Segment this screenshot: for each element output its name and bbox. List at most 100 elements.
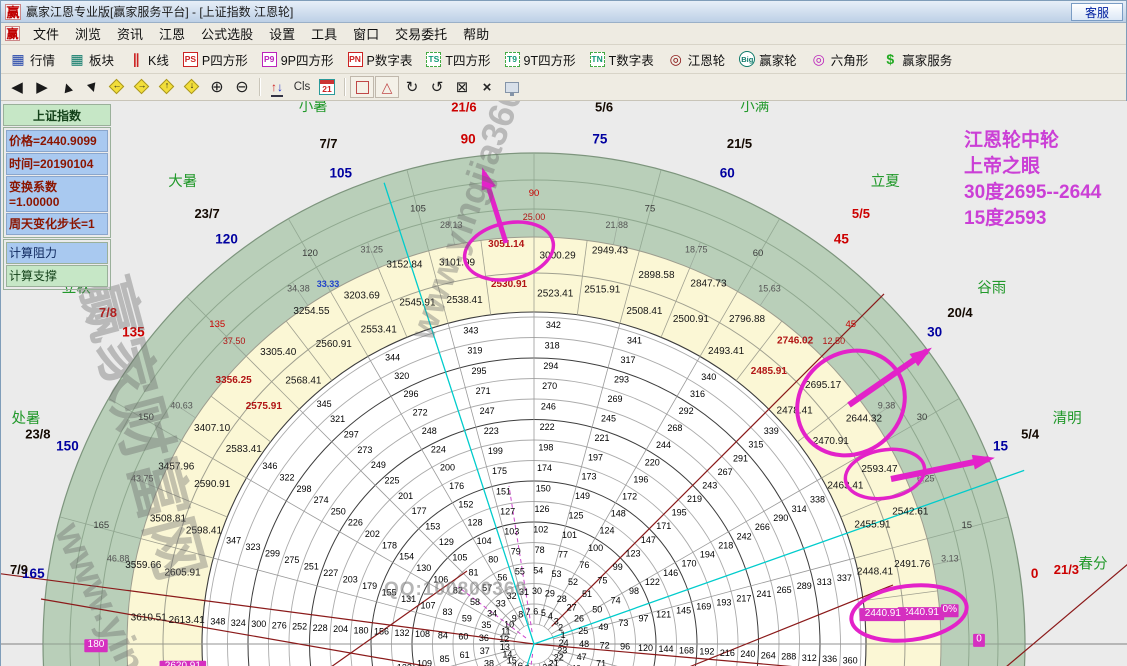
svg-text:春分: 春分: [1079, 556, 1108, 573]
t9-square-icon: T9: [505, 52, 520, 67]
svg-text:21/3: 21/3: [1054, 562, 1079, 577]
svg-text:90: 90: [461, 131, 476, 146]
svg-text:104: 104: [477, 536, 492, 546]
rotate-cw-icon[interactable]: ↻: [400, 76, 424, 98]
calc-resistance-button[interactable]: 计算阻力: [6, 242, 108, 264]
svg-text:9.38: 9.38: [878, 400, 896, 410]
calendar-21-icon[interactable]: 21: [315, 76, 339, 98]
diamond-left-arrow-icon[interactable]: ←: [105, 76, 129, 98]
svg-text:295: 295: [472, 366, 487, 376]
zoom-in-icon[interactable]: ⊕: [205, 76, 229, 98]
svg-text:99: 99: [613, 562, 623, 572]
svg-text:2605.91: 2605.91: [164, 568, 201, 579]
svg-text:121: 121: [656, 610, 671, 620]
toolbar-button-winner-wheel[interactable]: Big赢家轮: [736, 48, 800, 71]
svg-text:321: 321: [330, 414, 345, 424]
triangle-tool-icon[interactable]: △: [375, 76, 399, 98]
svg-text:198: 198: [538, 443, 553, 453]
svg-text:5: 5: [541, 608, 546, 618]
updown-axis-icon[interactable]: ↑↓: [265, 76, 289, 98]
svg-text:3610.51: 3610.51: [131, 612, 168, 623]
menu-item-7[interactable]: 窗口: [345, 25, 387, 44]
toolbar-button-p-number-table[interactable]: PNP数字表: [345, 48, 416, 71]
svg-text:348: 348: [210, 617, 225, 627]
toolbar-button-blocks[interactable]: ▦板块: [66, 48, 117, 71]
zoom-out-icon[interactable]: ⊖: [230, 76, 254, 98]
clear-icon[interactable]: Cls: [290, 76, 314, 98]
toolbar-button-winner-service[interactable]: $赢家服务: [879, 48, 955, 71]
toolbar-button-label: 9T四方形: [524, 50, 576, 69]
toolbar-button-t-square[interactable]: TST四方形: [423, 48, 493, 71]
back-triangle-icon[interactable]: ◀: [5, 76, 29, 98]
toolbar-button-p9-square[interactable]: P99P四方形: [259, 48, 337, 71]
svg-text:135: 135: [122, 325, 145, 340]
menu-item-2[interactable]: 资讯: [109, 25, 151, 44]
box-select-icon[interactable]: ⊠: [450, 76, 474, 98]
toolbar-button-gann-wheel[interactable]: ◎江恩轮: [665, 48, 729, 71]
toolbar-button-t9-square[interactable]: T9 9T四方形: [502, 48, 579, 71]
svg-text:148: 148: [611, 509, 626, 519]
toolbar-button-label: T四方形: [445, 50, 490, 69]
svg-text:147: 147: [641, 535, 656, 545]
menu-item-5[interactable]: 设置: [261, 25, 303, 44]
svg-text:197: 197: [588, 452, 603, 462]
svg-text:60: 60: [753, 248, 764, 259]
menu-item-8[interactable]: 交易委托: [387, 25, 455, 44]
svg-text:219: 219: [687, 494, 702, 504]
menu-item-1[interactable]: 浏览: [67, 25, 109, 44]
menu-item-9[interactable]: 帮助: [455, 25, 497, 44]
svg-text:25: 25: [578, 626, 588, 636]
svg-text:45: 45: [845, 319, 856, 330]
calc-support-button[interactable]: 计算支撑: [6, 265, 108, 287]
svg-text:71: 71: [596, 658, 606, 666]
svg-text:180: 180: [88, 639, 105, 650]
diamond-down-arrow-icon[interactable]: ↓: [180, 76, 204, 98]
svg-text:133: 133: [397, 662, 412, 666]
menu-item-4[interactable]: 公式选股: [193, 25, 261, 44]
svg-text:203: 203: [343, 575, 358, 585]
toolbar-button-p-square[interactable]: PSP四方形: [180, 48, 251, 71]
toolbar-button-t-number-table[interactable]: TNT数字表: [587, 48, 657, 71]
svg-text:6: 6: [533, 606, 538, 616]
svg-text:47: 47: [577, 652, 587, 662]
svg-text:222: 222: [540, 422, 555, 432]
diamond-up-arrow-icon[interactable]: ↑: [155, 76, 179, 98]
square-tool-icon[interactable]: [350, 76, 374, 98]
svg-text:7/8: 7/8: [99, 305, 117, 320]
down-triangle-icon[interactable]: ▼: [80, 76, 104, 98]
svg-text:243: 243: [702, 480, 717, 490]
center-focus-icon[interactable]: ×: [475, 76, 499, 98]
menu-item-6[interactable]: 工具: [303, 25, 345, 44]
svg-text:79: 79: [511, 547, 521, 557]
toolbar-button-hexagon[interactable]: ◎六角形: [808, 48, 872, 71]
svg-text:32: 32: [507, 591, 517, 601]
menu-item-0[interactable]: 文件: [25, 25, 67, 44]
svg-text:178: 178: [382, 540, 397, 550]
svg-text:40.63: 40.63: [170, 400, 193, 410]
toolbar-button-label: 六角形: [831, 50, 869, 69]
svg-text:2478.41: 2478.41: [777, 405, 814, 416]
menu-item-3[interactable]: 江恩: [151, 25, 193, 44]
svg-text:312: 312: [802, 653, 817, 663]
svg-text:347: 347: [226, 535, 241, 545]
toolbar-button-quotes-grid[interactable]: ▦行情: [7, 48, 58, 71]
customer-service-button[interactable]: 客服: [1071, 3, 1123, 21]
svg-text:2598.41: 2598.41: [186, 526, 223, 537]
forward-triangle-icon[interactable]: ▶: [30, 76, 54, 98]
diamond-right-arrow-icon[interactable]: →: [130, 76, 154, 98]
svg-text:小暑: 小暑: [299, 101, 328, 115]
rotate-ccw-icon[interactable]: ↺: [425, 76, 449, 98]
toolbar-button-candlestick[interactable]: ∥K线: [125, 48, 172, 71]
presentation-screen-icon[interactable]: [500, 76, 524, 98]
svg-text:2620.91: 2620.91: [165, 661, 202, 666]
note-line: 30度2695--2644: [964, 180, 1101, 206]
svg-text:8: 8: [518, 609, 523, 619]
svg-text:296: 296: [403, 389, 418, 399]
svg-text:2542.61: 2542.61: [892, 506, 929, 517]
up-triangle-icon[interactable]: ▲: [55, 76, 79, 98]
svg-text:3457.96: 3457.96: [158, 462, 195, 473]
svg-text:2898.58: 2898.58: [638, 270, 675, 281]
svg-text:27: 27: [567, 603, 577, 613]
svg-text:46.88: 46.88: [107, 553, 130, 563]
svg-text:49: 49: [598, 622, 608, 632]
